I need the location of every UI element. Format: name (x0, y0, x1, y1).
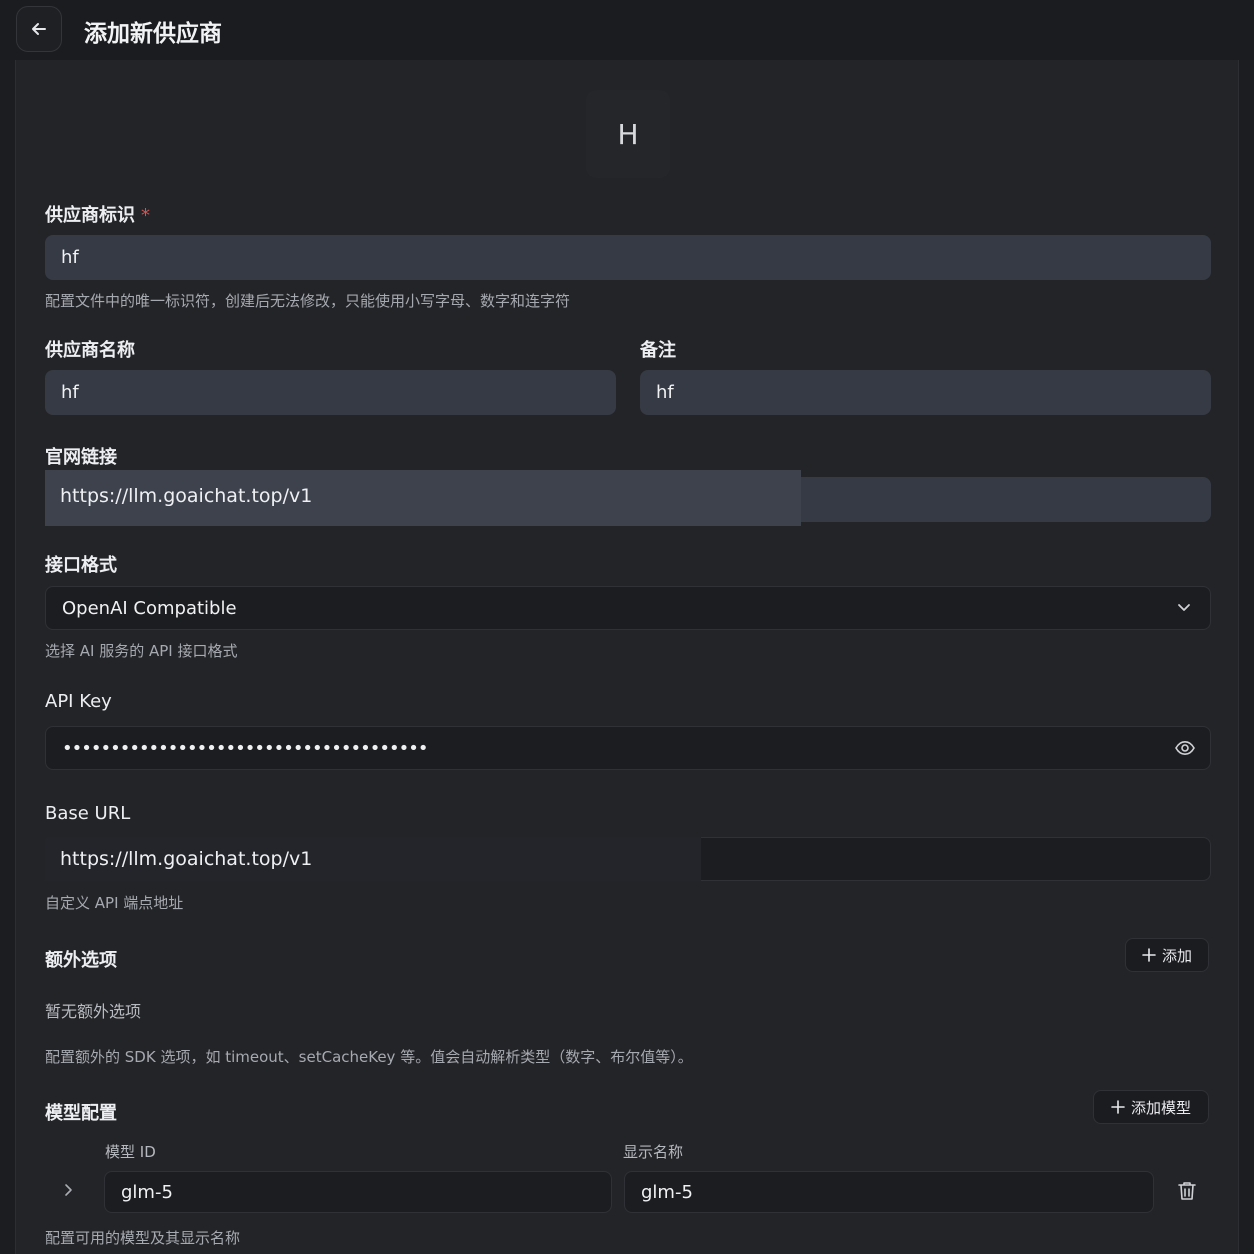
model-id-column-header: 模型 ID (105, 1143, 156, 1161)
api-format-label: 接口格式 (45, 555, 117, 576)
base-url-label: Base URL (45, 803, 131, 824)
provider-id-input[interactable]: hf (45, 235, 1211, 280)
trash-icon[interactable] (1176, 1180, 1198, 1202)
model-id-value: glm-5 (121, 1181, 173, 1203)
provider-id-value: hf (61, 247, 79, 268)
provider-avatar[interactable]: H (586, 90, 670, 178)
add-option-button[interactable]: 添加 (1125, 938, 1209, 972)
provider-name-value: hf (61, 382, 79, 403)
top-bar: 添加新供应商 (0, 0, 1254, 60)
extra-options-empty: 暂无额外选项 (45, 1002, 142, 1021)
provider-id-label-text: 供应商标识 (45, 205, 135, 226)
website-value: https://llm.goaichat.top/v1 (60, 485, 313, 507)
extra-options-hint: 配置额外的 SDK 选项，如 timeout、setCacheKey 等。值会自… (45, 1048, 693, 1066)
provider-name-input[interactable]: hf (45, 370, 616, 415)
required-mark: * (141, 205, 150, 226)
note-value: hf (656, 382, 674, 403)
eye-icon[interactable] (1174, 737, 1196, 759)
base-url-hint: 自定义 API 端点地址 (45, 894, 184, 912)
api-format-select[interactable]: OpenAI Compatible (45, 586, 1211, 630)
chevron-right-icon[interactable] (60, 1182, 76, 1198)
website-label: 官网链接 (45, 447, 117, 468)
models-hint: 配置可用的模型及其显示名称 (45, 1229, 241, 1247)
extra-options-label: 额外选项 (45, 950, 117, 971)
chevron-down-icon (1178, 604, 1190, 611)
models-label: 模型配置 (45, 1103, 117, 1124)
arrow-left-icon (32, 23, 46, 35)
model-name-column-header: 显示名称 (623, 1143, 684, 1161)
api-format-selected: OpenAI Compatible (62, 597, 237, 619)
add-option-label: 添加 (1161, 946, 1192, 965)
api-key-input[interactable]: •••••••••••••••••••••••••••••••••••••• (45, 726, 1211, 770)
plus-icon (1142, 948, 1156, 962)
page-title: 添加新供应商 (84, 21, 222, 47)
api-key-value: •••••••••••••••••••••••••••••••••••••• (62, 737, 428, 759)
note-input[interactable]: hf (640, 370, 1211, 415)
model-name-value: glm-5 (641, 1181, 693, 1203)
add-model-button[interactable]: 添加模型 (1093, 1090, 1209, 1124)
provider-name-label: 供应商名称 (45, 340, 135, 361)
plus-icon (1111, 1100, 1125, 1114)
api-format-hint: 选择 AI 服务的 API 接口格式 (45, 642, 238, 660)
add-model-label: 添加模型 (1130, 1098, 1191, 1117)
note-label: 备注 (640, 340, 676, 361)
provider-id-hint: 配置文件中的唯一标识符，创建后无法修改，只能使用小写字母、数字和连字符 (45, 292, 571, 310)
back-button[interactable] (16, 6, 62, 52)
model-id-input[interactable]: glm-5 (104, 1171, 612, 1213)
model-name-input[interactable]: glm-5 (624, 1171, 1154, 1213)
api-key-label: API Key (45, 691, 112, 712)
base-url-value: https://llm.goaichat.top/v1 (60, 848, 313, 870)
provider-id-label: 供应商标识 * (45, 201, 150, 227)
